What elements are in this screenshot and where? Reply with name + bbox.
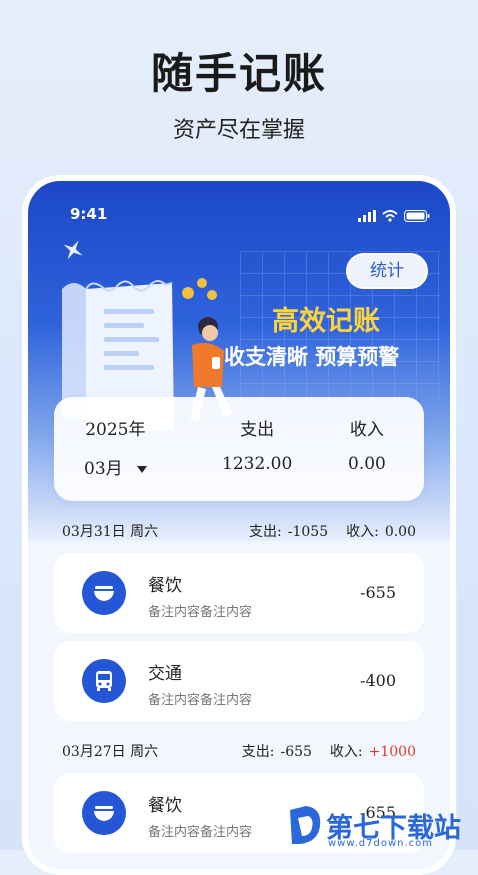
bowl-icon [82,791,126,835]
expense-value: 1232.00 [222,454,293,474]
day-expense-label: 支出: [249,524,282,540]
day-income-value: +1000 [368,744,416,760]
day-summary: 支出: -655 收入: +1000 [242,741,416,761]
hero-banner: 9:41 统计 高效记账 收支清晰 预算预警 2025年 03月 支出 1232… [28,181,450,541]
monthly-summary-card: 2025年 03月 支出 1232.00 收入 0.00 [54,397,424,501]
slogan-headline: 高效记账 [272,306,380,337]
transaction-amount: -655 [360,583,396,602]
expense-total: 支出 1232.00 [222,415,292,474]
day-summary: 支出: -1055 收入: 0.00 [249,521,416,541]
day-income-label: 收入: [346,524,379,540]
expense-label: 支出 [240,420,275,440]
wifi-icon [382,207,398,226]
day-expense-value: -1055 [287,524,329,540]
transaction-category: 餐饮 [148,576,182,596]
transaction-note: 备注内容备注内容 [148,605,253,620]
promo-subtitle: 资产尽在掌握 [172,118,305,143]
status-icons [358,207,430,226]
phone-frame: 9:41 统计 高效记账 收支清晰 预算预警 2025年 03月 支出 1232… [22,175,456,875]
income-total: 收入 0.00 [348,415,386,474]
day-income-value: 0.00 [384,524,416,540]
day-date: 03月27日 周六 [62,744,159,760]
income-value: 0.00 [348,454,386,474]
transaction-row[interactable]: 餐饮 备注内容备注内容 -655 [54,553,424,633]
watermark-url: www.d7down.com [328,838,434,849]
transaction-note: 备注内容备注内容 [148,825,253,840]
day-date: 03月31日 周六 [62,524,159,540]
site-watermark: 第七下载站 www.d7down.com [282,800,478,850]
income-label: 收入 [349,420,384,440]
day-expense-label: 支出: [241,744,275,760]
slogan-subline: 收支清晰 预算预警 [224,345,400,369]
day-header: 03月27日 周六 支出: -655 收入: +1000 [62,741,416,763]
caret-down-icon [136,466,147,473]
transaction-row[interactable]: 交通 备注内容备注内容 -400 [54,641,424,721]
month-dropdown[interactable]: 03月 [84,454,147,479]
transaction-category: 交通 [148,664,182,684]
month-label: 03月 [84,459,123,479]
status-bar: 9:41 [28,203,450,227]
bus-icon [82,659,126,703]
stats-button[interactable]: 统计 [346,253,428,289]
bowl-icon [82,571,126,615]
promo-title: 随手记账 [150,49,327,98]
transaction-amount: -400 [360,671,396,690]
status-time: 9:41 [70,205,108,223]
transaction-category: 餐饮 [148,796,182,816]
watermark-logo-icon [286,804,324,850]
transaction-note: 备注内容备注内容 [148,693,253,708]
period-selector[interactable]: 2025年 03月 [84,415,147,479]
day-income-label: 收入: [329,744,363,760]
year-label: 2025年 [85,420,146,440]
signal-icon [358,207,376,226]
day-expense-value: -655 [280,744,312,760]
sparkle-icon [62,239,84,265]
day-header: 03月31日 周六 支出: -1055 收入: 0.00 [62,521,416,543]
battery-icon [404,207,430,226]
